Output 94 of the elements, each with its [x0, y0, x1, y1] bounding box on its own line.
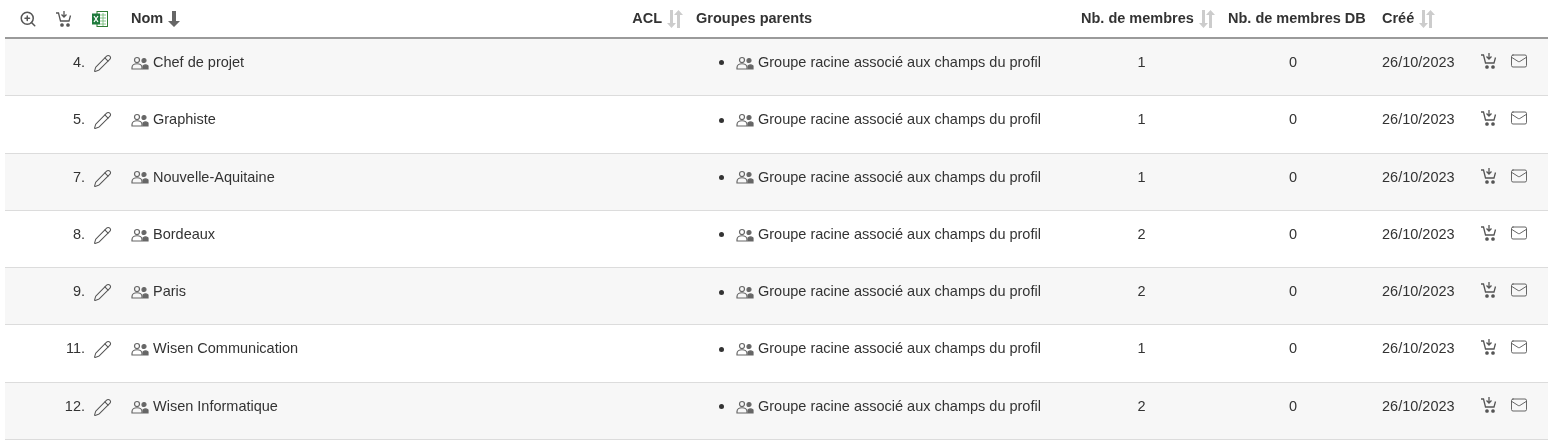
row-number: 5. [71, 110, 85, 130]
mail-icon[interactable] [1510, 109, 1528, 128]
created-date: 26/10/2023 [1381, 167, 1456, 187]
spreadsheet-icon[interactable] [91, 9, 109, 28]
group-icon [736, 342, 754, 357]
edit-icon[interactable] [93, 397, 112, 417]
group-name: Wisen Informatique [153, 396, 278, 416]
member-db-count: 0 [1287, 53, 1299, 72]
member-count: 1 [1136, 53, 1147, 72]
group-icon [736, 399, 754, 414]
edit-icon[interactable] [93, 168, 112, 188]
member-db-count: 0 [1287, 167, 1299, 187]
mail-icon[interactable] [1510, 223, 1528, 242]
edit-icon[interactable] [93, 340, 112, 360]
created-date: 26/10/2023 [1381, 110, 1456, 130]
group-name: Paris [153, 282, 187, 302]
cart-download-icon[interactable] [1480, 338, 1498, 357]
group-name: Graphiste [153, 110, 216, 130]
group-name: Nouvelle-Aquitaine [153, 167, 275, 187]
bullet-icon [719, 346, 724, 352]
cart-download-icon[interactable] [1480, 395, 1498, 414]
parent-group-name: Groupe racine associé aux champs du profil [758, 224, 1041, 244]
created-date: 26/10/2023 [1381, 396, 1456, 416]
bullet-icon [719, 232, 724, 238]
group-name: Wisen Communication [153, 339, 299, 359]
edit-icon[interactable] [93, 54, 112, 73]
bullet-icon [719, 117, 724, 123]
created-date: 26/10/2023 [1381, 339, 1456, 359]
mail-icon[interactable] [1510, 166, 1528, 185]
member-db-count: 0 [1287, 396, 1299, 416]
parent-group-name: Groupe racine associé aux champs du profil [758, 167, 1041, 187]
cart-download-icon[interactable] [1480, 109, 1498, 128]
group-icon [131, 227, 149, 242]
row-number: 11. [64, 339, 85, 359]
cart-download-icon[interactable] [1480, 52, 1498, 70]
edit-icon[interactable] [93, 111, 112, 131]
parent-group-name: Groupe racine associé aux champs du profil [758, 282, 1041, 302]
member-count: 2 [1136, 396, 1147, 416]
group-icon [736, 55, 754, 70]
row-number: 8. [71, 224, 85, 244]
group-icon [131, 285, 149, 300]
bullet-icon [719, 174, 724, 180]
group-icon [131, 170, 149, 185]
member-count: 2 [1136, 224, 1147, 244]
row-number: 12. [63, 396, 85, 416]
mail-icon[interactable] [1510, 281, 1528, 300]
row-number: 7. [71, 167, 85, 187]
parent-group-name: Groupe racine associé aux champs du profil [758, 53, 1041, 72]
bullet-icon [719, 404, 724, 410]
column-header[interactable]: Groupes parents [696, 7, 813, 30]
group-name: Chef de projet [153, 53, 245, 72]
column-header[interactable]: Nb. de membres [1081, 7, 1194, 30]
row-number: 9. [71, 282, 85, 302]
member-db-count: 0 [1287, 282, 1299, 302]
created-date: 26/10/2023 [1381, 282, 1456, 302]
created-date: 26/10/2023 [1381, 53, 1456, 72]
zoom-in-icon[interactable] [19, 9, 37, 28]
group-icon [131, 113, 149, 128]
member-db-count: 0 [1287, 339, 1299, 359]
parent-group-name: Groupe racine associé aux champs du profil [758, 339, 1041, 359]
member-db-count: 0 [1287, 224, 1299, 244]
parent-group-name: Groupe racine associé aux champs du profil [758, 396, 1041, 416]
row-number: 4. [71, 53, 85, 72]
cart-download-icon[interactable] [1480, 281, 1498, 300]
mail-icon[interactable] [1510, 338, 1528, 357]
bullet-icon [719, 60, 724, 66]
group-icon [131, 399, 149, 414]
created-date: 26/10/2023 [1381, 224, 1456, 244]
cart-download-icon[interactable] [55, 9, 73, 28]
member-count: 1 [1136, 110, 1147, 130]
cart-download-icon[interactable] [1480, 166, 1498, 185]
member-count: 1 [1136, 167, 1147, 187]
bullet-icon [719, 289, 724, 295]
group-icon [736, 170, 754, 185]
member-count: 2 [1136, 282, 1147, 302]
column-header[interactable]: Nom [131, 7, 164, 30]
mail-icon[interactable] [1510, 52, 1528, 70]
sort-arrow-icon[interactable] [167, 9, 182, 28]
group-icon [736, 113, 754, 128]
member-count: 1 [1136, 339, 1147, 359]
group-icon [131, 342, 149, 357]
group-icon [131, 55, 149, 70]
edit-icon[interactable] [93, 283, 112, 303]
parent-group-name: Groupe racine associé aux champs du profil [758, 110, 1041, 130]
group-name: Bordeaux [153, 224, 216, 244]
group-icon [736, 227, 754, 242]
column-header[interactable]: Créé [1382, 7, 1415, 30]
edit-icon[interactable] [93, 225, 112, 245]
cart-download-icon[interactable] [1480, 223, 1498, 242]
mail-icon[interactable] [1510, 395, 1528, 414]
member-db-count: 0 [1287, 110, 1299, 130]
column-header[interactable]: ACL [632, 7, 662, 30]
column-header[interactable]: Nb. de membres DB [1228, 7, 1366, 30]
group-icon [736, 285, 754, 300]
